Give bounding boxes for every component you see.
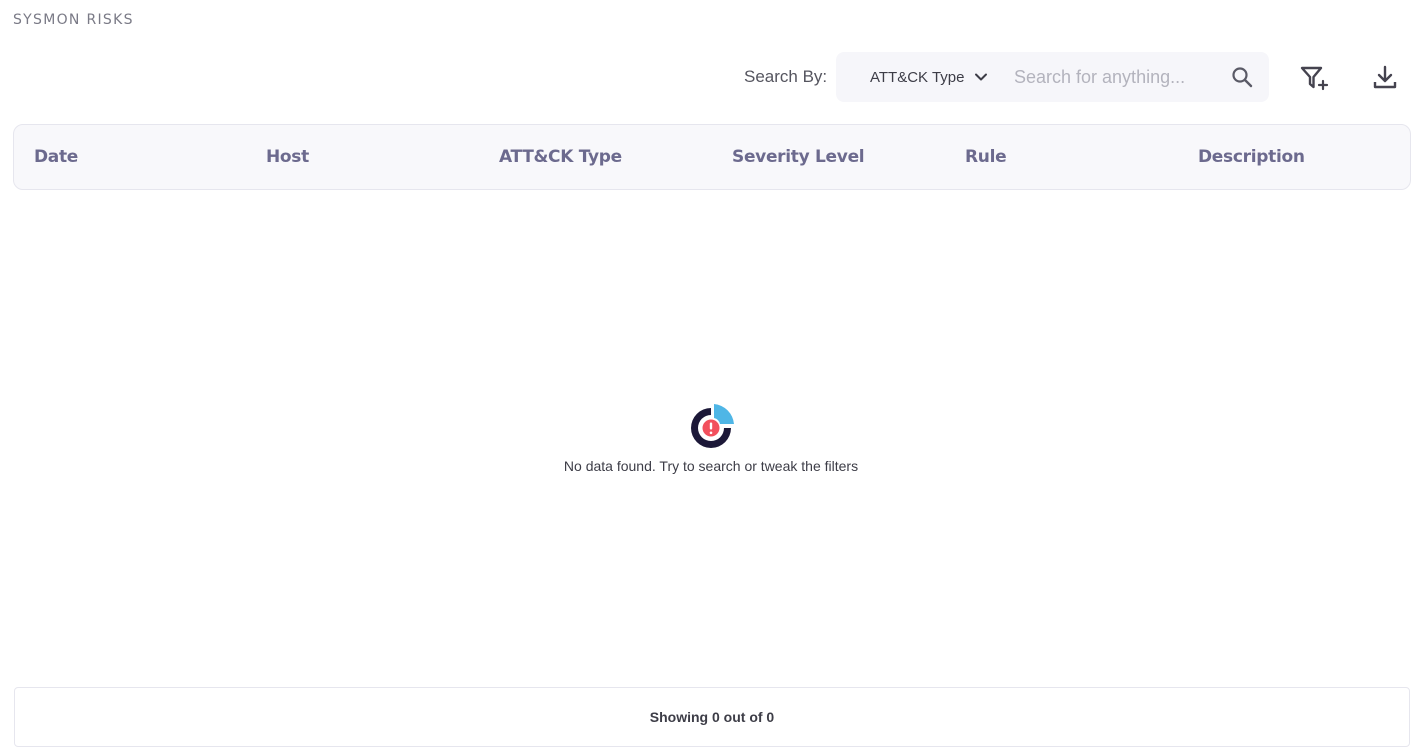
search-box: ATT&CK Type [836, 52, 1269, 102]
table-header: Date Host ATT&CK Type Severity Level Rul… [13, 124, 1411, 190]
column-header-rule[interactable]: Rule [965, 147, 1007, 167]
page-title: SYSMON RISKS [13, 12, 134, 28]
add-filter-button[interactable] [1299, 64, 1329, 92]
chevron-down-icon [975, 73, 988, 81]
search-by-select[interactable]: ATT&CK Type [836, 52, 1002, 102]
search-input[interactable] [1002, 52, 1222, 102]
search-by-label: Search By: [744, 67, 828, 86]
download-button[interactable] [1370, 64, 1400, 92]
empty-state: No data found. Try to search or tweak th… [0, 400, 1422, 474]
pagination-summary: Showing 0 out of 0 [649, 709, 775, 725]
search-icon[interactable] [1230, 65, 1254, 89]
no-data-icon [691, 404, 734, 448]
filter-add-icon [1300, 66, 1329, 91]
empty-state-message: No data found. Try to search or tweak th… [563, 458, 859, 474]
table-footer: Showing 0 out of 0 [14, 687, 1410, 747]
download-icon [1373, 65, 1397, 89]
column-header-description[interactable]: Description [1198, 147, 1305, 167]
column-header-attack-type[interactable]: ATT&CK Type [499, 147, 622, 167]
search-by-selected-value: ATT&CK Type [870, 68, 965, 86]
column-header-host[interactable]: Host [266, 147, 309, 167]
toolbar: Search By: ATT&CK Type [0, 52, 1422, 102]
column-header-date[interactable]: Date [34, 147, 78, 167]
column-header-severity[interactable]: Severity Level [732, 147, 865, 167]
